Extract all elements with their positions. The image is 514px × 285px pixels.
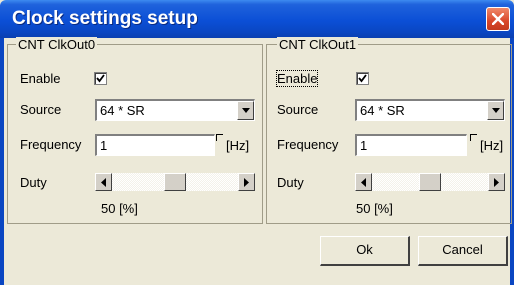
enable-label: Enable bbox=[275, 70, 319, 87]
duty-slider[interactable] bbox=[95, 173, 255, 191]
arrow-right-icon bbox=[494, 178, 499, 187]
enable-checkbox[interactable] bbox=[356, 72, 369, 85]
arrow-right-icon bbox=[244, 178, 249, 187]
checkmark-icon bbox=[96, 74, 105, 83]
source-value: 64 * SR bbox=[360, 103, 405, 118]
source-select[interactable]: 64 * SR bbox=[355, 99, 505, 121]
chevron-down-icon bbox=[242, 108, 250, 113]
source-label: Source bbox=[277, 102, 319, 117]
enable-checkbox[interactable] bbox=[94, 72, 107, 85]
group-title: CNT ClkOut0 bbox=[16, 37, 98, 52]
source-label: Source bbox=[20, 102, 62, 117]
close-icon bbox=[492, 13, 504, 25]
frequency-input[interactable]: 1 bbox=[355, 134, 467, 156]
window-title: Clock settings setup bbox=[12, 8, 198, 29]
dropdown-button[interactable] bbox=[487, 101, 504, 120]
title-bar[interactable]: Clock settings setup bbox=[0, 0, 514, 38]
window-border-left bbox=[0, 38, 4, 285]
dropdown-button[interactable] bbox=[237, 101, 254, 120]
close-button[interactable] bbox=[486, 7, 510, 31]
scroll-left-button[interactable] bbox=[355, 173, 372, 191]
scroll-left-button[interactable] bbox=[95, 173, 112, 191]
arrow-left-icon bbox=[361, 178, 366, 187]
frequency-marker-icon bbox=[470, 134, 477, 141]
frequency-input[interactable]: 1 bbox=[95, 134, 215, 156]
scroll-thumb[interactable] bbox=[419, 173, 441, 191]
arrow-left-icon bbox=[101, 178, 106, 187]
duty-label: Duty bbox=[277, 175, 304, 190]
frequency-unit: [Hz] bbox=[480, 138, 504, 153]
clock-settings-dialog: Clock settings setup CNT ClkOut0 Enable … bbox=[0, 0, 514, 285]
source-value: 64 * SR bbox=[100, 103, 145, 118]
checkmark-icon bbox=[358, 74, 367, 83]
group-title: CNT ClkOut1 bbox=[277, 37, 359, 52]
source-select[interactable]: 64 * SR bbox=[95, 99, 255, 121]
frequency-marker-icon bbox=[216, 134, 223, 141]
scroll-right-button[interactable] bbox=[488, 173, 505, 191]
group-clkout0: CNT ClkOut0 Enable Source 64 * SR Freque… bbox=[7, 37, 263, 224]
scroll-right-button[interactable] bbox=[238, 173, 255, 191]
ok-button[interactable]: Ok bbox=[320, 236, 410, 266]
duty-value: 50 [%] bbox=[356, 201, 393, 216]
duty-label: Duty bbox=[20, 175, 47, 190]
group-clkout1: CNT ClkOut1 Enable Source 64 * SR Freque… bbox=[266, 37, 512, 224]
enable-label: Enable bbox=[20, 71, 61, 86]
scroll-thumb[interactable] bbox=[164, 173, 186, 191]
frequency-label: Frequency bbox=[277, 137, 339, 152]
cancel-button[interactable]: Cancel bbox=[418, 236, 508, 266]
frequency-label: Frequency bbox=[20, 137, 82, 152]
duty-slider[interactable] bbox=[355, 173, 505, 191]
duty-value: 50 [%] bbox=[101, 201, 138, 216]
chevron-down-icon bbox=[492, 108, 500, 113]
frequency-unit: [Hz] bbox=[226, 138, 250, 153]
